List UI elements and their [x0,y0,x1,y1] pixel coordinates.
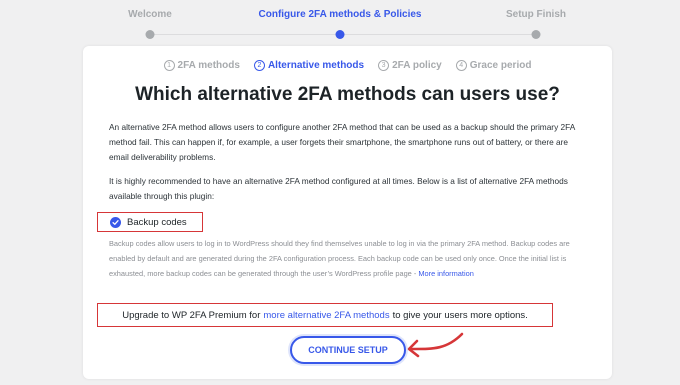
wizard-step-finish: Setup Finish [506,9,566,20]
continue-setup-button[interactable]: CONTINUE SETUP [290,336,406,364]
intro-text: An alternative 2FA method allows users t… [109,122,575,162]
more-alternative-methods-link[interactable]: more alternative 2FA methods [263,310,389,321]
wizard-dot-welcome [145,30,155,39]
upgrade-prefix: Upgrade to WP 2FA Premium for [122,309,261,321]
backup-codes-description: Backup codes allow users to log in to Wo… [109,236,584,281]
recommend-text: It is highly recommended to have an alte… [109,176,568,201]
substep-alternative-methods[interactable]: 2 Alternative methods [253,60,365,71]
upgrade-suffix: to give your users more options. [392,309,528,321]
substep-label: Grace period [469,60,532,71]
upgrade-notice: Upgrade to WP 2FA Premium for more alter… [97,303,553,327]
substep-number: 4 [455,60,467,71]
more-information-link[interactable]: More information [418,269,473,278]
wizard-step-welcome: Welcome [128,9,172,20]
substep-label: Alternative methods [267,60,365,71]
substep-2fa-methods[interactable]: 1 2FA methods [163,60,240,71]
checkbox-checked-icon[interactable] [110,216,121,228]
wizard-step-configure: Configure 2FA methods & Policies [258,9,422,20]
substep-label: 2FA policy [392,60,442,71]
backup-codes-desc-text: Backup codes allow users to log in to Wo… [109,239,570,278]
setup-wizard-steps: Welcome Configure 2FA methods & Policies… [0,0,680,44]
substep-number: 3 [378,60,390,71]
substep-2fa-policy[interactable]: 3 2FA policy [378,60,442,71]
page-title: Which alternative 2FA methods can users … [135,84,560,105]
wizard-dot-finish [531,30,541,39]
substep-grace-period[interactable]: 4 Grace period [455,60,532,71]
substep-number: 1 [163,60,175,71]
substep-nav: 1 2FA methods 2 Alternative methods 3 2F… [83,60,612,71]
wizard-dot-configure [335,30,345,39]
backup-codes-label: Backup codes [127,216,187,228]
backup-codes-option[interactable]: Backup codes [97,212,203,232]
substep-number: 2 [253,60,265,71]
setup-card: 1 2FA methods 2 Alternative methods 3 2F… [83,46,612,379]
red-arrow-annotation-icon [407,332,464,358]
substep-label: 2FA methods [177,60,240,71]
